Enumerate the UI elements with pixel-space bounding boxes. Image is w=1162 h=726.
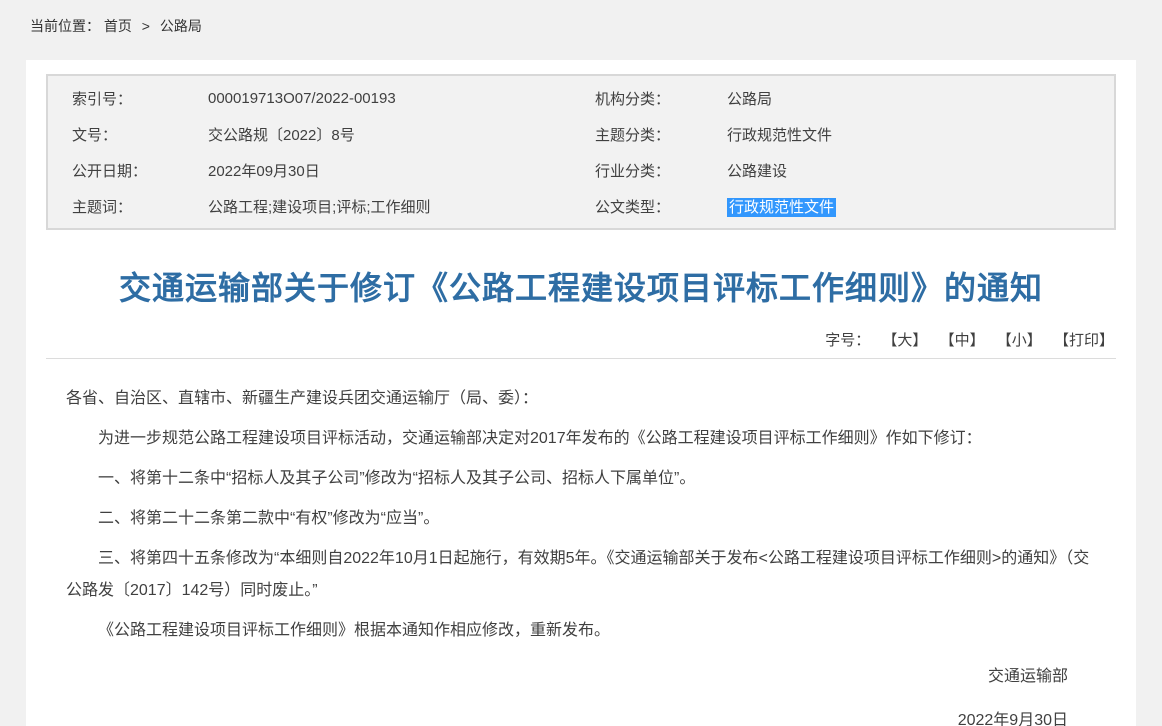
paragraph-closing: 《公路工程建设项目评标工作细则》根据本通知作相应修改，重新发布。	[66, 615, 1096, 647]
breadcrumb-current: 公路局	[160, 18, 202, 34]
meta-value-topic-category: 行政规范性文件	[727, 124, 1114, 145]
meta-value-industry-category: 公路建设	[727, 160, 1114, 181]
meta-value-publish-date: 2022年09月30日	[208, 160, 595, 181]
page: 当前位置： 首页 > 公路局 索引号： 000019713O07/2022-00…	[0, 0, 1162, 726]
meta-value-document-number: 交公路规〔2022〕8号	[208, 124, 595, 145]
font-size-large-button[interactable]: 【大】	[882, 332, 927, 349]
meta-row-document-number: 文号： 交公路规〔2022〕8号 主题分类： 行政规范性文件	[48, 116, 1114, 152]
font-size-medium-button[interactable]: 【中】	[940, 332, 985, 349]
paragraph-intro: 为进一步规范公路工程建设项目评标活动，交通运输部决定对2017年发布的《公路工程…	[66, 423, 1096, 455]
article-body: 各省、自治区、直辖市、新疆生产建设兵团交通运输厅（局、委）： 为进一步规范公路工…	[46, 359, 1116, 726]
print-button[interactable]: 【打印】	[1054, 332, 1114, 349]
meta-value-keywords: 公路工程;建设项目;评标;工作细则	[208, 196, 595, 217]
signature-date: 2022年9月30日	[66, 705, 1068, 726]
breadcrumb-separator: >	[142, 18, 150, 34]
meta-label-publish-date: 公开日期：	[72, 160, 208, 181]
breadcrumb-home-link[interactable]: 首页	[104, 18, 132, 34]
meta-label-index-number: 索引号：	[72, 88, 208, 109]
document-card: 索引号： 000019713O07/2022-00193 机构分类： 公路局 文…	[26, 60, 1136, 726]
paragraph-item-2: 二、将第二十二条第二款中“有权”修改为“应当”。	[66, 503, 1096, 535]
meta-row-index-number: 索引号： 000019713O07/2022-00193 机构分类： 公路局	[48, 80, 1114, 116]
breadcrumb: 当前位置： 首页 > 公路局	[0, 0, 1162, 60]
meta-label-industry-category: 行业分类：	[595, 160, 727, 181]
meta-label-document-type: 公文类型：	[595, 196, 727, 217]
signature-block: 交通运输部 2022年9月30日	[66, 661, 1096, 726]
paragraph-salutation: 各省、自治区、直辖市、新疆生产建设兵团交通运输厅（局、委）：	[66, 383, 1096, 415]
meta-value-agency-category: 公路局	[727, 88, 1114, 109]
font-size-small-button[interactable]: 【小】	[997, 332, 1042, 349]
meta-label-agency-category: 机构分类：	[595, 88, 727, 109]
meta-value-document-type: 行政规范性文件	[727, 196, 1114, 217]
meta-label-document-number: 文号：	[72, 124, 208, 145]
paragraph-item-3: 三、将第四十五条修改为“本细则自2022年10月1日起施行，有效期5年。《交通运…	[66, 543, 1096, 607]
font-size-controls: 字号： 【大】 【中】 【小】 【打印】	[46, 329, 1116, 350]
meta-row-publish-date: 公开日期： 2022年09月30日 行业分类： 公路建设	[48, 152, 1114, 188]
meta-value-index-number: 000019713O07/2022-00193	[208, 90, 595, 107]
breadcrumb-label: 当前位置：	[30, 18, 100, 34]
paragraph-item-1: 一、将第十二条中“招标人及其子公司”修改为“招标人及其子公司、招标人下属单位”。	[66, 463, 1096, 495]
signature-organization: 交通运输部	[66, 661, 1068, 693]
meta-label-topic-category: 主题分类：	[595, 124, 727, 145]
font-size-label: 字号：	[825, 332, 870, 349]
page-title: 交通运输部关于修订《公路工程建设项目评标工作细则》的通知	[86, 266, 1076, 311]
meta-row-keywords: 主题词： 公路工程;建设项目;评标;工作细则 公文类型： 行政规范性文件	[48, 188, 1114, 224]
selected-text-highlight: 行政规范性文件	[727, 198, 836, 217]
meta-label-keywords: 主题词：	[72, 196, 208, 217]
document-meta-table: 索引号： 000019713O07/2022-00193 机构分类： 公路局 文…	[46, 74, 1116, 230]
